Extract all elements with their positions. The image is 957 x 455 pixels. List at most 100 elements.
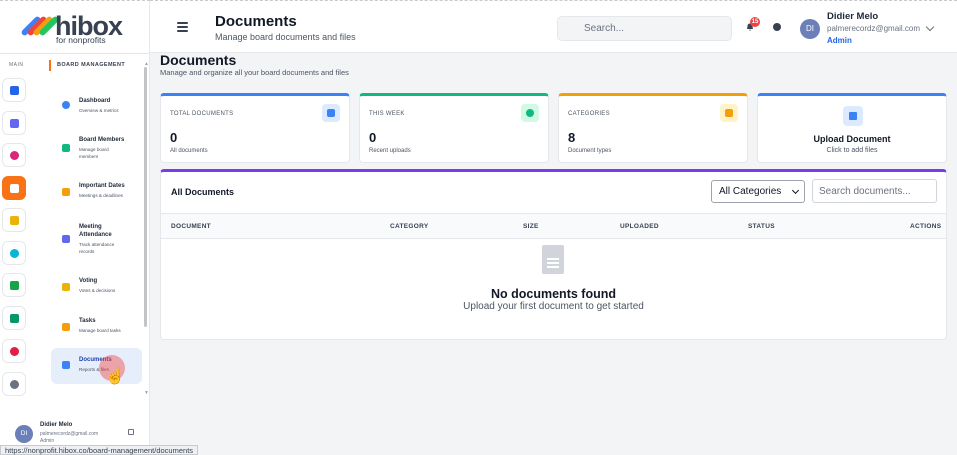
hand-cursor-icon: ☝	[105, 368, 125, 385]
documents-table-panel: All Documents All Categories Search docu…	[160, 169, 947, 340]
stat-label: TOTAL DOCUMENTS	[170, 111, 234, 117]
rail-health-button[interactable]	[2, 143, 26, 167]
vote-icon	[62, 283, 70, 291]
document-icon	[62, 361, 70, 369]
user-email: palmerecordz@gmail.com	[827, 24, 921, 33]
stat-desc: Recent uploads	[369, 148, 411, 154]
panel-title: BOARD MANAGEMENT	[49, 60, 125, 71]
user-avatar[interactable]: DI	[800, 19, 820, 39]
category-filter-select[interactable]: All Categories	[711, 180, 805, 203]
stat-desc: Document types	[568, 148, 612, 154]
sidebar-item-important-dates[interactable]: Important Dates Meetings & deadlines	[51, 176, 142, 212]
user-name: Didier Melo	[827, 11, 879, 22]
stat-value: 8	[568, 130, 576, 145]
sidebar: hibox for nonprofits MAIN BOARD MANAGEME…	[0, 0, 150, 455]
sidebar-item-sub: Meetings & deadlines	[79, 193, 123, 198]
main-title: Documents	[160, 52, 237, 68]
sidebar-item-label: Important Dates	[79, 183, 125, 189]
stat-label: CATEGORIES	[568, 111, 610, 117]
rail-network-button[interactable]	[2, 273, 26, 297]
org-chart-icon	[10, 119, 19, 128]
people-icon	[10, 314, 19, 323]
top-header: Documents Manage board documents and fil…	[150, 0, 957, 53]
sidebar-item-sub: Track attendance records	[79, 242, 115, 254]
hamburger-menu-icon[interactable]	[177, 22, 188, 32]
sidebar-item-sub: Overview & metrics	[79, 108, 119, 113]
pie-chart-icon	[10, 347, 19, 356]
upload-subtitle: Click to add files	[826, 147, 878, 154]
sidebar-item-documents[interactable]: Documents Reports & files	[51, 348, 142, 384]
scroll-down-icon[interactable]: ▼	[144, 390, 149, 396]
global-search-input[interactable]: Search...	[557, 16, 732, 41]
stat-card-categories: CATEGORIES 8 Document types	[558, 93, 748, 163]
sidebar-item-voting[interactable]: Voting Votes & decisions	[51, 271, 142, 305]
dashboard-icon	[62, 101, 70, 109]
documents-search-input[interactable]: Search documents...	[812, 179, 937, 203]
sidebar-item-meeting-attendance[interactable]: Meeting Attendance Track attendance reco…	[51, 216, 142, 261]
stat-card-total: TOTAL DOCUMENTS 0 All documents	[160, 93, 350, 163]
footer-user-role: Admin	[40, 438, 55, 444]
rail-board-button[interactable]	[2, 176, 26, 200]
rail-home-button[interactable]	[2, 78, 26, 102]
external-link-icon[interactable]	[128, 429, 134, 435]
sidebar-scrollbar[interactable]	[144, 67, 147, 327]
brand-logo[interactable]: hibox for nonprofits	[20, 11, 124, 45]
globe-icon	[10, 249, 19, 258]
empty-state-subtitle: Upload your first document to get starte…	[463, 301, 644, 312]
board-icon	[10, 184, 19, 193]
column-header-document: DOCUMENT	[171, 223, 211, 230]
sidebar-item-tasks[interactable]: Tasks Manage board tasks	[51, 311, 142, 345]
column-header-actions: ACTIONS	[910, 223, 942, 230]
page-title: Documents	[215, 13, 297, 30]
user-role: Admin	[827, 36, 852, 45]
rail-globe-button[interactable]	[2, 241, 26, 265]
page-subtitle: Manage board documents and files	[215, 32, 356, 42]
chevron-down-icon[interactable]	[925, 22, 935, 32]
chevron-down-icon	[791, 186, 800, 195]
sidebar-item-board-members[interactable]: Board Members Manage board members	[51, 129, 142, 169]
sidebar-item-sub: Votes & decisions	[79, 288, 116, 293]
pill-icon	[10, 151, 19, 160]
rail-people-button[interactable]	[2, 306, 26, 330]
brand-tagline: for nonprofits	[56, 35, 106, 45]
column-header-size: SIZE	[523, 223, 539, 230]
home-icon	[10, 86, 19, 95]
sidebar-item-label: Meeting Attendance	[79, 224, 112, 238]
sidebar-item-label: Dashboard	[79, 98, 111, 104]
footer-user-email: palmerecordz@gmail.com	[40, 431, 99, 437]
scroll-up-icon[interactable]: ▲	[144, 61, 149, 67]
status-bar-url: https://nonprofit.hibox.co/board-managem…	[0, 445, 199, 455]
gear-icon	[10, 380, 19, 389]
upload-document-card[interactable]: Upload Document Click to add files	[757, 93, 947, 163]
rail-chart-button[interactable]	[2, 339, 26, 363]
theme-toggle-icon[interactable]	[773, 23, 781, 31]
footer-user-name: Didier Melo	[40, 422, 73, 428]
network-icon	[10, 281, 19, 290]
calendar-icon	[62, 188, 70, 196]
hibox-logo-icon	[20, 14, 60, 44]
column-header-status: STATUS	[748, 223, 775, 230]
stat-label: THIS WEEK	[369, 111, 405, 117]
rail-settings-button[interactable]	[2, 372, 26, 396]
footer-avatar: DI	[15, 425, 33, 443]
empty-state-title: No documents found	[491, 287, 616, 301]
user-check-icon	[62, 235, 70, 243]
sidebar-item-sub: Manage board tasks	[79, 328, 121, 333]
rail-org-button[interactable]	[2, 111, 26, 135]
upload-title: Upload Document	[813, 134, 891, 144]
main-subtitle: Manage and organize all your board docum…	[160, 68, 349, 77]
notification-badge: 15	[750, 17, 760, 27]
file-icon	[322, 104, 340, 122]
empty-document-icon	[542, 245, 564, 274]
rail-education-button[interactable]	[2, 208, 26, 232]
column-header-uploaded: UPLOADED	[620, 223, 659, 230]
sidebar-divider	[0, 53, 150, 54]
sidebar-item-dashboard[interactable]: Dashboard Overview & metrics	[51, 89, 142, 125]
table-title: All Documents	[171, 187, 235, 197]
sidebar-item-label: Voting	[79, 278, 98, 284]
folder-icon	[720, 104, 738, 122]
stat-value: 0	[170, 130, 178, 145]
users-icon	[62, 144, 70, 152]
rail-title: MAIN	[9, 62, 24, 68]
stat-card-week: THIS WEEK 0 Recent uploads	[359, 93, 549, 163]
